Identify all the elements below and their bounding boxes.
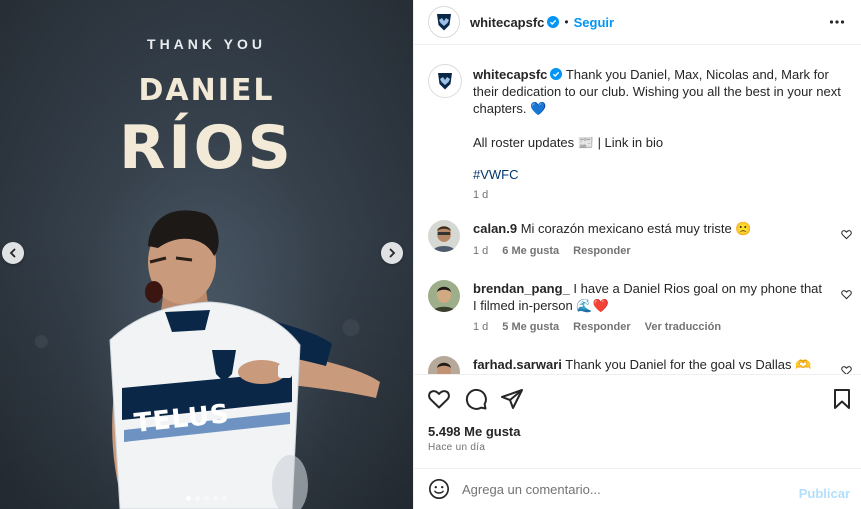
heart-outline-icon[interactable]	[841, 289, 852, 300]
post-header: whitecapsfc • Seguir	[414, 0, 861, 45]
comment-input[interactable]	[462, 481, 782, 497]
carousel-dot	[222, 496, 227, 501]
comment-username[interactable]: calan.9	[473, 221, 517, 236]
comment-likes[interactable]: 5 Me gusta	[502, 321, 559, 333]
carousel-dot	[213, 496, 218, 501]
emoji-icon[interactable]	[428, 478, 450, 500]
caption-username[interactable]: whitecapsfc	[473, 67, 547, 82]
comment-time[interactable]: 1 d	[473, 321, 488, 333]
avatar-photo	[428, 356, 460, 374]
comment-text: Mi corazón mexicano está muy triste 🙁	[520, 221, 752, 236]
header-username[interactable]: whitecapsfc	[470, 15, 544, 30]
avatar-photo	[428, 280, 460, 312]
post-sidebar: whitecapsfc • Seguir whitecapsfc Thank y…	[413, 0, 861, 509]
caption-time[interactable]: 1 d	[473, 187, 855, 204]
caption-roster-line: All roster updates 📰 | Link in bio	[473, 135, 664, 150]
header-separator: •	[564, 15, 569, 29]
likes-count[interactable]: 5.498 Me gusta	[428, 424, 521, 439]
share-icon[interactable]	[500, 387, 524, 411]
post-media[interactable]: THANK YOU DANIEL RÍOS TELUS	[0, 0, 413, 509]
carousel-dot	[186, 496, 191, 501]
comment-meta: 1 d 6 Me gusta Responder	[473, 245, 631, 257]
comment-time[interactable]: 1 d	[473, 245, 488, 257]
chevron-left-icon	[9, 248, 16, 258]
post-actions	[414, 374, 861, 418]
player-photo	[109, 210, 380, 509]
carousel-next-button[interactable]	[381, 242, 403, 264]
translate-button[interactable]: Ver traducción	[645, 321, 721, 333]
caption-avatar[interactable]	[428, 64, 462, 98]
avatar-photo	[428, 220, 460, 252]
comment-avatar[interactable]	[428, 356, 460, 374]
verified-badge-icon	[550, 68, 563, 80]
comment-avatar[interactable]	[428, 220, 460, 252]
carousel-dot	[195, 496, 200, 501]
post-age[interactable]: Hace un día	[428, 442, 485, 453]
comment-composer: Publicar	[414, 468, 861, 509]
reply-button[interactable]: Responder	[573, 245, 630, 257]
heart-outline-icon[interactable]	[427, 387, 451, 411]
whitecaps-crest-icon	[438, 73, 452, 90]
carousel-dot	[204, 496, 209, 501]
comments-list[interactable]: whitecapsfc Thank you Daniel, Max, Nicol…	[414, 46, 861, 374]
comment-username[interactable]: farhad.sarwari	[473, 357, 562, 372]
comment-text: Thank you Daniel for the goal vs Dallas …	[565, 357, 812, 372]
heart-outline-icon[interactable]	[841, 365, 852, 374]
follow-button[interactable]: Seguir	[574, 15, 614, 30]
bookmark-icon[interactable]	[830, 387, 854, 411]
more-horizontal-icon[interactable]	[829, 14, 845, 30]
account-avatar[interactable]	[428, 6, 460, 38]
publish-button[interactable]: Publicar	[799, 486, 850, 501]
whitecaps-crest-icon	[437, 14, 451, 31]
reply-button[interactable]: Responder	[573, 321, 630, 333]
carousel-prev-button[interactable]	[2, 242, 24, 264]
comment-likes[interactable]: 6 Me gusta	[502, 245, 559, 257]
chevron-right-icon	[389, 248, 396, 258]
comment-avatar[interactable]	[428, 280, 460, 312]
heart-outline-icon[interactable]	[841, 229, 852, 240]
comment-meta: 1 d 5 Me gusta Responder Ver traducción	[473, 321, 721, 333]
verified-badge-icon	[547, 16, 560, 28]
caption-hashtag[interactable]: #VWFC	[473, 166, 855, 183]
comment-icon[interactable]	[464, 387, 488, 411]
post-dialog: THANK YOU DANIEL RÍOS TELUS whitecapsfc …	[0, 0, 861, 509]
comment-username[interactable]: brendan_pang_	[473, 281, 570, 296]
carousel-indicator	[0, 496, 413, 501]
